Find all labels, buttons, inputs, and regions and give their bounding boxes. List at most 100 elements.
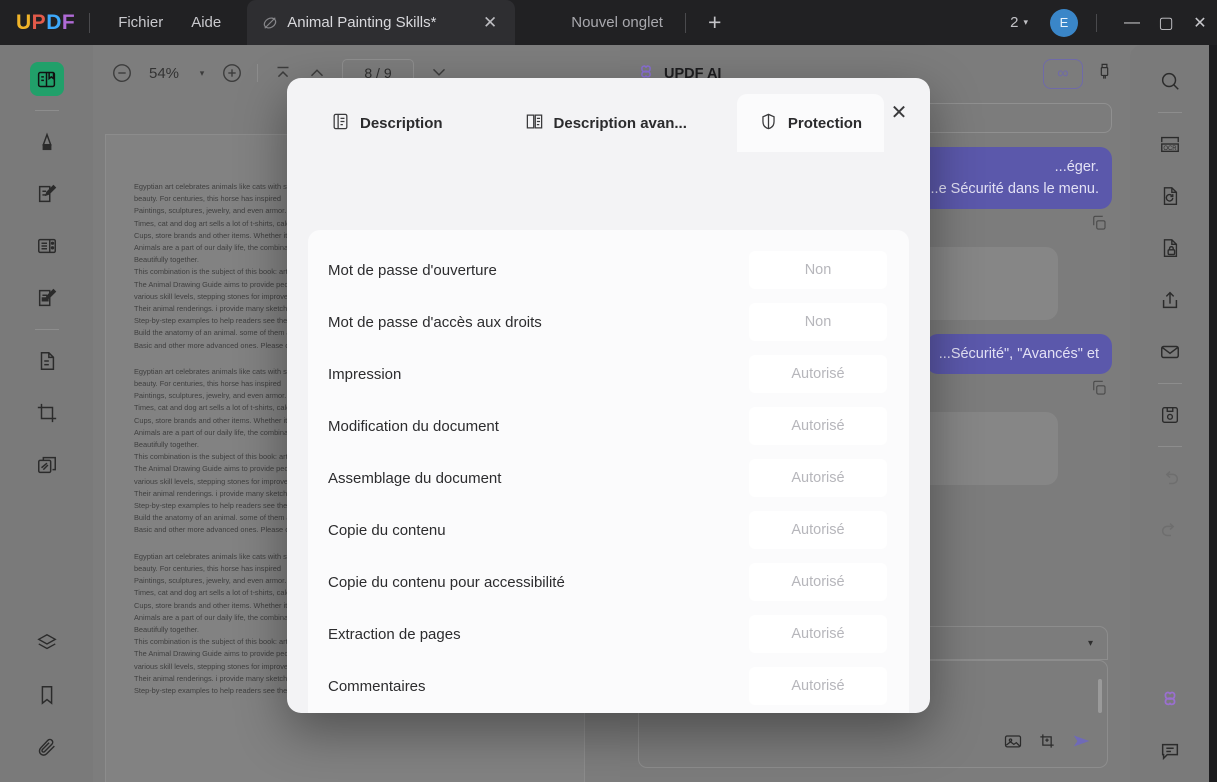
new-tab-label[interactable]: Nouvel onglet — [571, 14, 663, 31]
window-close-button[interactable]: ✕ — [1183, 8, 1217, 38]
zoom-out-button[interactable] — [105, 56, 139, 90]
close-icon[interactable]: ✕ — [479, 12, 501, 33]
row-value[interactable]: Autorisé — [749, 511, 887, 549]
infinity-icon: ∞ — [1057, 65, 1069, 82]
row-label: Commentaires — [328, 677, 426, 695]
avatar[interactable]: E — [1050, 8, 1078, 37]
chevron-down-icon: ▾ — [1023, 17, 1028, 27]
add-tab-button[interactable]: + — [708, 11, 721, 34]
sidebar-item-stamp[interactable] — [30, 448, 64, 482]
redo-icon[interactable] — [1153, 513, 1187, 547]
tab-protection[interactable]: Protection — [736, 94, 885, 152]
search-icon[interactable] — [1153, 64, 1187, 98]
chat-message-user: ...éger. ...e Sécurité dans le menu. — [913, 147, 1112, 209]
convert-icon[interactable] — [1153, 179, 1187, 213]
table-row: Assemblage du document Autorisé — [328, 452, 887, 504]
row-value[interactable]: Autorisé — [749, 563, 887, 601]
send-icon[interactable] — [1071, 730, 1093, 757]
chevron-down-icon[interactable]: ▾ — [189, 68, 215, 79]
zoom-in-button[interactable] — [215, 56, 249, 90]
tab-count-dropdown[interactable]: 2 ▾ — [1010, 14, 1028, 31]
row-label: Copie du contenu pour accessibilité — [328, 573, 565, 591]
dialog-tabs: Description Description avan... Protecti… — [287, 78, 930, 152]
protect-icon[interactable] — [1153, 231, 1187, 265]
row-label: Extraction de pages — [328, 625, 461, 643]
tab-label: Description — [360, 114, 443, 132]
divider — [1157, 446, 1182, 447]
sidebar-item-annotate[interactable] — [30, 281, 64, 315]
composer-actions — [1003, 730, 1093, 757]
ai-header-actions: ∞ — [1043, 59, 1114, 89]
row-label: Modification du document — [328, 417, 499, 435]
undo-icon[interactable] — [1153, 461, 1187, 495]
chat-message-text: ...e Sécurité dans le menu. — [926, 181, 1100, 197]
copy-icon[interactable] — [1090, 214, 1108, 237]
row-value[interactable]: Non — [749, 303, 887, 341]
divider — [684, 12, 686, 33]
row-label: Copie du contenu — [328, 521, 446, 539]
dialog-close-button[interactable]: ✕ — [886, 100, 912, 126]
maximize-button[interactable]: ▢ — [1149, 8, 1183, 38]
document-tab-icon — [261, 14, 279, 32]
document-tab[interactable]: Animal Painting Skills* ✕ — [247, 0, 516, 45]
share-icon[interactable] — [1153, 283, 1187, 317]
divider — [34, 329, 59, 330]
save-icon[interactable] — [1153, 398, 1187, 432]
table-row: Extraction de pages Autorisé — [328, 608, 887, 660]
ai-icon[interactable] — [1153, 682, 1187, 716]
tab-description[interactable]: Description — [309, 94, 465, 152]
row-value[interactable]: Autorisé — [749, 667, 887, 705]
row-value[interactable]: Autorisé — [749, 615, 887, 653]
table-row: Copie du contenu Autorisé — [328, 504, 887, 556]
sidebar-item-highlighter[interactable] — [30, 125, 64, 159]
sidebar-item-organize-pages[interactable] — [30, 229, 64, 263]
menu-fichier[interactable]: Fichier — [104, 10, 177, 35]
image-attach-icon[interactable] — [1003, 731, 1023, 756]
infinity-credits-badge[interactable]: ∞ — [1043, 59, 1083, 89]
updf-logo: UPDF — [16, 10, 76, 34]
book-open-icon — [525, 112, 544, 135]
right-toolbar: OCR — [1130, 45, 1209, 782]
chat-message-text: ...éger. — [1054, 159, 1099, 175]
row-value[interactable]: Autorisé — [749, 355, 887, 393]
row-value[interactable]: Autorisé — [749, 459, 887, 497]
title-bar: UPDF Fichier Aide Animal Painting Skills… — [0, 0, 1217, 45]
chat-message-user: ...Sécurité", "Avancés" et — [925, 334, 1112, 374]
document-properties-dialog: Description Description avan... Protecti… — [287, 78, 930, 713]
divider — [89, 12, 91, 33]
row-value[interactable]: Non — [749, 251, 887, 289]
row-label: Mot de passe d'accès aux droits — [328, 313, 542, 331]
minimize-button[interactable]: — — [1115, 8, 1149, 38]
table-row: Mot de passe d'accès aux droits Non — [328, 296, 887, 348]
menu-aide[interactable]: Aide — [177, 10, 235, 35]
clear-chat-icon[interactable] — [1095, 62, 1114, 86]
sidebar-item-bookmark[interactable] — [30, 678, 64, 712]
row-value[interactable]: Autorisé — [749, 407, 887, 445]
sidebar-item-reader[interactable] — [29, 62, 64, 96]
tab-count-value: 2 — [1010, 14, 1019, 31]
sidebar-item-edit-text[interactable] — [30, 177, 64, 211]
tab-description-avancee[interactable]: Description avan... — [503, 94, 709, 152]
protection-settings-list: Mot de passe d'ouverture Non Mot de pass… — [308, 230, 909, 713]
updf-window: UPDF Fichier Aide Animal Painting Skills… — [0, 0, 1217, 782]
copy-icon[interactable] — [1090, 379, 1108, 402]
table-row: Mot de passe d'ouverture Non — [328, 244, 887, 296]
ocr-icon[interactable]: OCR — [1153, 127, 1187, 161]
screenshot-icon[interactable] — [1037, 731, 1057, 756]
document-tab-title: Animal Painting Skills* — [287, 14, 437, 31]
mail-icon[interactable] — [1153, 335, 1187, 369]
table-row: Remplissage de champs de formulaire Auto… — [328, 712, 887, 713]
sidebar-item-page-convert[interactable] — [30, 344, 64, 378]
left-toolbar — [0, 45, 93, 782]
sidebar-item-crop[interactable] — [30, 396, 64, 430]
window-edge — [1209, 45, 1217, 782]
tab-label: Description avan... — [553, 114, 687, 132]
zoom-level-value[interactable]: 54% — [139, 65, 189, 82]
composer-scrollbar[interactable] — [1098, 679, 1102, 713]
row-label: Impression — [328, 365, 402, 383]
shield-icon — [759, 112, 778, 135]
sidebar-item-layers[interactable] — [30, 626, 64, 660]
sidebar-item-attachment[interactable] — [30, 730, 64, 764]
divider — [1157, 112, 1182, 113]
comment-icon[interactable] — [1153, 734, 1187, 768]
